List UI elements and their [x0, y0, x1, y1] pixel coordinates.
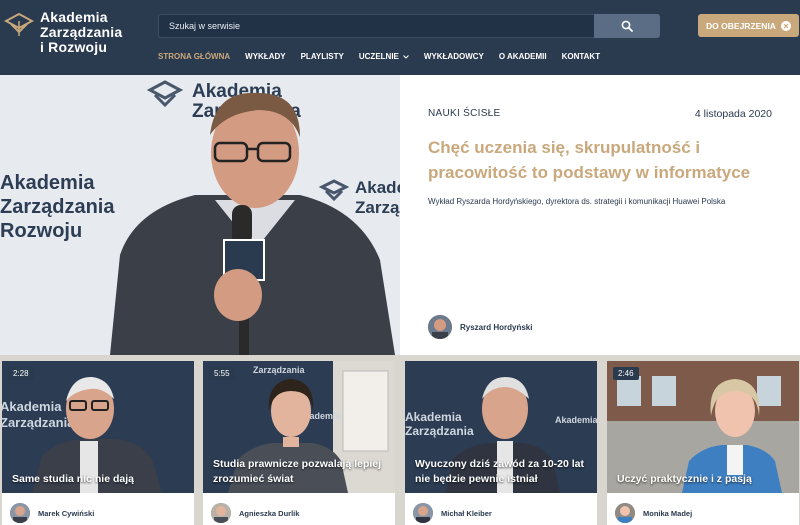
close-icon [780, 20, 791, 31]
lecture-thumbnail[interactable]: Akademia Zarządzania Akademia Wyuczony d… [405, 361, 597, 493]
lecture-title[interactable]: Same studia nic nie dają [12, 472, 187, 487]
author-name: Monika Madej [643, 508, 693, 518]
logo-icon [4, 12, 34, 36]
featured-lecture[interactable]: Akademia Zarządzania Akademia Zarządzani… [0, 75, 800, 355]
lecture-card[interactable]: Akademia Zarządzania Akademia Wyuczony d… [405, 361, 597, 525]
speaker-photo: Akademia Zarządzania Akademia Zarządzani… [0, 75, 400, 355]
avatar [211, 503, 231, 523]
lecture-cards: Akademia Zarządzania 2:28 Same studia ni… [0, 355, 800, 525]
backdrop-word-4: Zarządzania [0, 196, 115, 218]
backdrop-word: Akademia [405, 410, 462, 424]
duration-badge: 2:46 [613, 367, 639, 380]
backdrop-word: Zarządzania [253, 365, 306, 375]
author-name: Michał Kleiber [441, 508, 492, 518]
lecture-thumbnail[interactable]: 2:46 Uczyć praktycznie i z pasją [607, 361, 799, 493]
nav-item-home[interactable]: STRONA GŁÓWNA [158, 52, 230, 61]
backdrop-word: Zarządzania [2, 415, 75, 430]
nav-item-lectures[interactable]: WYKŁADY [245, 52, 285, 61]
avatar [10, 503, 30, 523]
lecture-author[interactable]: Michał Kleiber [413, 503, 492, 523]
search-bar [158, 14, 660, 38]
lecture-thumbnail[interactable]: Akademia Zarządzania 2:28 Same studia ni… [2, 361, 194, 493]
nav-item-universities-label: UCZELNIE [358, 52, 399, 61]
lecture-thumbnail[interactable]: Zarządzania Akademia 5:55 Studia prawnic… [203, 361, 395, 493]
backdrop-word-6: Akademia [355, 178, 400, 197]
backdrop-word: Akademia [555, 415, 597, 425]
logo-text: Akademia Zarządzania i Rozwoju [40, 10, 122, 55]
lecture-card[interactable]: Zarządzania Akademia 5:55 Studia prawnic… [203, 361, 395, 525]
site-header: Akademia Zarządzania i Rozwoju DO OBEJRZ… [0, 0, 800, 75]
site-logo[interactable]: Akademia Zarządzania i Rozwoju [4, 10, 122, 55]
avatar [413, 503, 433, 523]
nav-item-contact[interactable]: KONTAKT [562, 52, 601, 61]
backdrop-word-5: Rozwoju [0, 220, 82, 242]
watch-later-label: DO OBEJRZENIA [706, 20, 776, 31]
nav-item-universities[interactable]: UCZELNIE [359, 52, 409, 61]
avatar [428, 315, 452, 339]
duration-badge: 5:55 [209, 367, 235, 380]
backdrop-word: Zarządzania [405, 424, 474, 438]
avatar [615, 503, 635, 523]
lecture-author[interactable]: Agnieszka Durlik [211, 503, 299, 523]
backdrop-word-3: Akademia [0, 172, 95, 194]
nav-item-playlists[interactable]: PLAYLISTY [301, 52, 344, 61]
duration-badge: 2:28 [8, 367, 34, 380]
lecture-card[interactable]: 2:46 Uczyć praktycznie i z pasją Monika … [607, 361, 799, 525]
nav-item-lecturers[interactable]: WYKŁADOWCY [424, 52, 484, 61]
chevron-down-icon [403, 54, 409, 59]
lecture-author[interactable]: Monika Madej [615, 503, 692, 523]
search-input[interactable] [158, 14, 594, 38]
lecture-title[interactable]: Wyuczony dziś zawód za 10-20 lat nie będ… [415, 457, 590, 487]
publish-date: 4 listopada 2020 [694, 108, 772, 120]
author-name: Marek Cywiński [38, 508, 95, 518]
featured-lecture-author[interactable]: Ryszard Hordyński [428, 315, 532, 339]
featured-lecture-subtitle: Wykład Ryszarda Hordyńskiego, dyrektora … [428, 197, 726, 206]
author-name: Ryszard Hordyński [460, 322, 533, 332]
lecture-title[interactable]: Studia prawnicze pozwalają lepiej zrozum… [213, 457, 388, 487]
backdrop-word: Akademia [2, 399, 62, 414]
search-icon [621, 20, 633, 32]
featured-lecture-image[interactable]: Akademia Zarządzania Akademia Zarządzani… [0, 75, 400, 355]
author-name: Agnieszka Durlik [239, 508, 300, 518]
backdrop-word-7: Zarządzania [355, 198, 400, 217]
nav-item-about[interactable]: O AKADEMII [499, 52, 547, 61]
lecture-title[interactable]: Uczyć praktycznie i z pasją [617, 472, 792, 487]
logo-line-3: i Rozwoju [40, 39, 108, 55]
lecture-author[interactable]: Marek Cywiński [10, 503, 94, 523]
featured-lecture-title[interactable]: Chęć uczenia się, skrupulatność i pracow… [428, 135, 788, 185]
featured-lecture-info: NAUKI ŚCISŁE 4 listopada 2020 Chęć uczen… [400, 75, 800, 355]
logo-line-1: Akademia [40, 9, 108, 25]
watch-later-button[interactable]: DO OBEJRZENIA [698, 14, 799, 37]
logo-line-2: Zarządzania [40, 24, 123, 40]
category-label[interactable]: NAUKI ŚCISŁE [428, 108, 501, 119]
lecture-card[interactable]: Akademia Zarządzania 2:28 Same studia ni… [2, 361, 194, 525]
search-button[interactable] [594, 14, 660, 38]
main-nav: STRONA GŁÓWNA WYKŁADY PLAYLISTY UCZELNIE… [158, 52, 615, 61]
